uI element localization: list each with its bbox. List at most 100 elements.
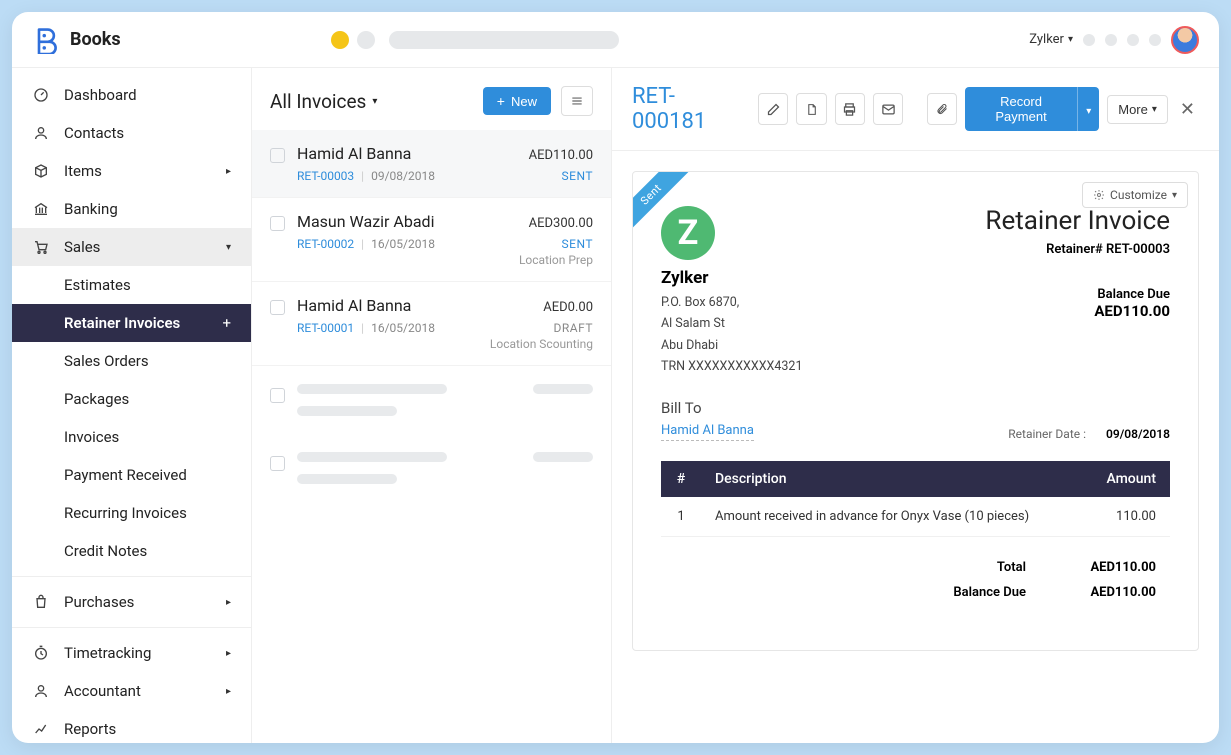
row-note: Location Scounting: [297, 337, 593, 351]
caret-right-icon: ▸: [226, 648, 231, 659]
top-icon-4[interactable]: [1149, 34, 1161, 46]
retainer-date-value: 09/08/2018: [1106, 427, 1170, 441]
invoice-list-panel: All Invoices ▾ + New Hamid Al Ba: [252, 68, 612, 743]
bill-to-name[interactable]: Hamid Al Banna: [661, 423, 754, 441]
user-avatar[interactable]: [1171, 26, 1199, 54]
attach-button[interactable]: [927, 93, 957, 125]
nav-label: Purchases: [64, 593, 134, 611]
add-icon[interactable]: +: [222, 314, 231, 332]
caret-down-icon: ▾: [1068, 34, 1073, 45]
top-icon-3[interactable]: [1127, 34, 1139, 46]
app-name: Books: [70, 29, 121, 50]
nav-banking[interactable]: Banking: [12, 190, 251, 228]
detail-title: RET-000181: [632, 84, 742, 134]
nav-purchases[interactable]: Purchases ▸: [12, 583, 251, 621]
row-checkbox[interactable]: [270, 216, 285, 231]
invoice-document: Sent Customize ▾ Z Zylker P.O. Box 6870,: [632, 171, 1199, 651]
col-amt: Amount: [1083, 461, 1170, 497]
balance-due-label: Balance Due: [985, 287, 1170, 302]
caret-right-icon: ▸: [226, 166, 231, 177]
pdf-button[interactable]: [796, 93, 826, 125]
nav-label: Reports: [64, 720, 116, 738]
nav-sub-credit-notes[interactable]: Credit Notes: [12, 532, 251, 570]
nav-sub-label: Estimates: [64, 276, 131, 294]
total-value: AED110.00: [1056, 560, 1156, 575]
row-amount: AED110.00: [529, 148, 593, 163]
list-title-label: All Invoices: [270, 90, 366, 113]
row-date: 16/05/2018: [371, 321, 435, 335]
row-checkbox[interactable]: [270, 148, 285, 163]
nav-sub-sales-orders[interactable]: Sales Orders: [12, 342, 251, 380]
topbar-right: Zylker ▾: [1029, 26, 1199, 54]
document-number: Retainer# RET-00003: [985, 242, 1170, 257]
print-button[interactable]: [835, 93, 865, 125]
detail-header: RET-000181 Record Payment ▾ More ▾ ✕: [612, 68, 1219, 151]
row-note: Location Prep: [297, 253, 593, 267]
bill-to-label: Bill To: [661, 399, 754, 417]
addr-line: Al Salam St: [661, 313, 803, 334]
close-button[interactable]: ✕: [1176, 99, 1199, 120]
nav-sub-packages[interactable]: Packages: [12, 380, 251, 418]
nav-sub-payment-received[interactable]: Payment Received: [12, 456, 251, 494]
search-placeholder-pill[interactable]: [389, 31, 619, 49]
row-checkbox[interactable]: [270, 300, 285, 315]
list-menu-button[interactable]: [561, 86, 593, 116]
row-amount: AED0.00: [543, 300, 593, 315]
nav-reports[interactable]: Reports: [12, 710, 251, 743]
dashboard-icon: [32, 87, 50, 103]
list-filter-dropdown[interactable]: All Invoices ▾: [270, 90, 377, 113]
top-icon-1[interactable]: [1083, 34, 1095, 46]
nav-dashboard[interactable]: Dashboard: [12, 76, 251, 114]
caret-down-icon: ▾: [1152, 104, 1157, 115]
sales-icon: [32, 239, 50, 255]
new-button[interactable]: + New: [483, 87, 551, 115]
company-address: P.O. Box 6870, Al Salam St Abu Dhabi TRN…: [661, 292, 803, 377]
notification-dot-icon[interactable]: [331, 31, 349, 49]
row-checkbox: [270, 456, 285, 471]
reports-icon: [32, 721, 50, 737]
mail-button[interactable]: [873, 93, 903, 125]
nav-sub-retainer-invoices[interactable]: Retainer Invoices +: [12, 304, 251, 342]
company-logo-icon: Z: [661, 206, 715, 260]
list-row[interactable]: Masun Wazir Abadi AED300.00 RET-00002 | …: [252, 198, 611, 282]
row-customer-name: Hamid Al Banna: [297, 144, 411, 163]
nav-items[interactable]: Items ▸: [12, 152, 251, 190]
nav-sub-invoices[interactable]: Invoices: [12, 418, 251, 456]
top-icon-2[interactable]: [1105, 34, 1117, 46]
doc-title-block: Retainer Invoice Retainer# RET-00003 Bal…: [985, 206, 1170, 377]
nav-sub-label: Packages: [64, 390, 129, 408]
org-switcher[interactable]: Zylker ▾: [1029, 32, 1073, 47]
app-logo[interactable]: Books: [32, 26, 121, 54]
balance-due-label-2: Balance Due: [916, 585, 1026, 600]
list-row[interactable]: Hamid Al Banna AED0.00 RET-00001 | 16/05…: [252, 282, 611, 366]
nav-sub-recurring-invoices[interactable]: Recurring Invoices: [12, 494, 251, 532]
list-row[interactable]: Hamid Al Banna AED110.00 RET-00003 | 09/…: [252, 130, 611, 198]
document-scroll: Sent Customize ▾ Z Zylker P.O. Box 6870,: [612, 151, 1219, 743]
nav-timetracking[interactable]: Timetracking ▸: [12, 634, 251, 672]
banking-icon: [32, 201, 50, 217]
company-name: Zylker: [661, 268, 803, 288]
new-button-label: New: [511, 94, 537, 109]
edit-button[interactable]: [758, 93, 788, 125]
more-button[interactable]: More ▾: [1107, 95, 1168, 124]
list-body: Hamid Al Banna AED110.00 RET-00003 | 09/…: [252, 130, 611, 502]
nav-sub-label: Retainer Invoices: [64, 314, 180, 332]
retainer-date-label: Retainer Date :: [1008, 427, 1086, 441]
nav-label: Banking: [64, 200, 118, 218]
record-payment-caret[interactable]: ▾: [1077, 87, 1099, 131]
nav-sub-label: Payment Received: [64, 466, 187, 484]
divider: [12, 576, 251, 577]
nav-accountant[interactable]: Accountant ▸: [12, 672, 251, 710]
cell-amt: 110.00: [1083, 497, 1170, 537]
row-date: 16/05/2018: [371, 237, 435, 251]
decor-dot-icon: [357, 31, 375, 49]
nav-sub-estimates[interactable]: Estimates: [12, 266, 251, 304]
row-status: DRAFT: [553, 321, 593, 335]
caret-down-icon: ▾: [226, 242, 231, 253]
customize-button[interactable]: Customize ▾: [1082, 182, 1188, 208]
row-amount: AED300.00: [529, 216, 593, 231]
nav-contacts[interactable]: Contacts: [12, 114, 251, 152]
record-payment-button[interactable]: Record Payment: [965, 87, 1077, 131]
nav-sales[interactable]: Sales ▾: [12, 228, 251, 266]
row-customer-name: Hamid Al Banna: [297, 296, 411, 315]
